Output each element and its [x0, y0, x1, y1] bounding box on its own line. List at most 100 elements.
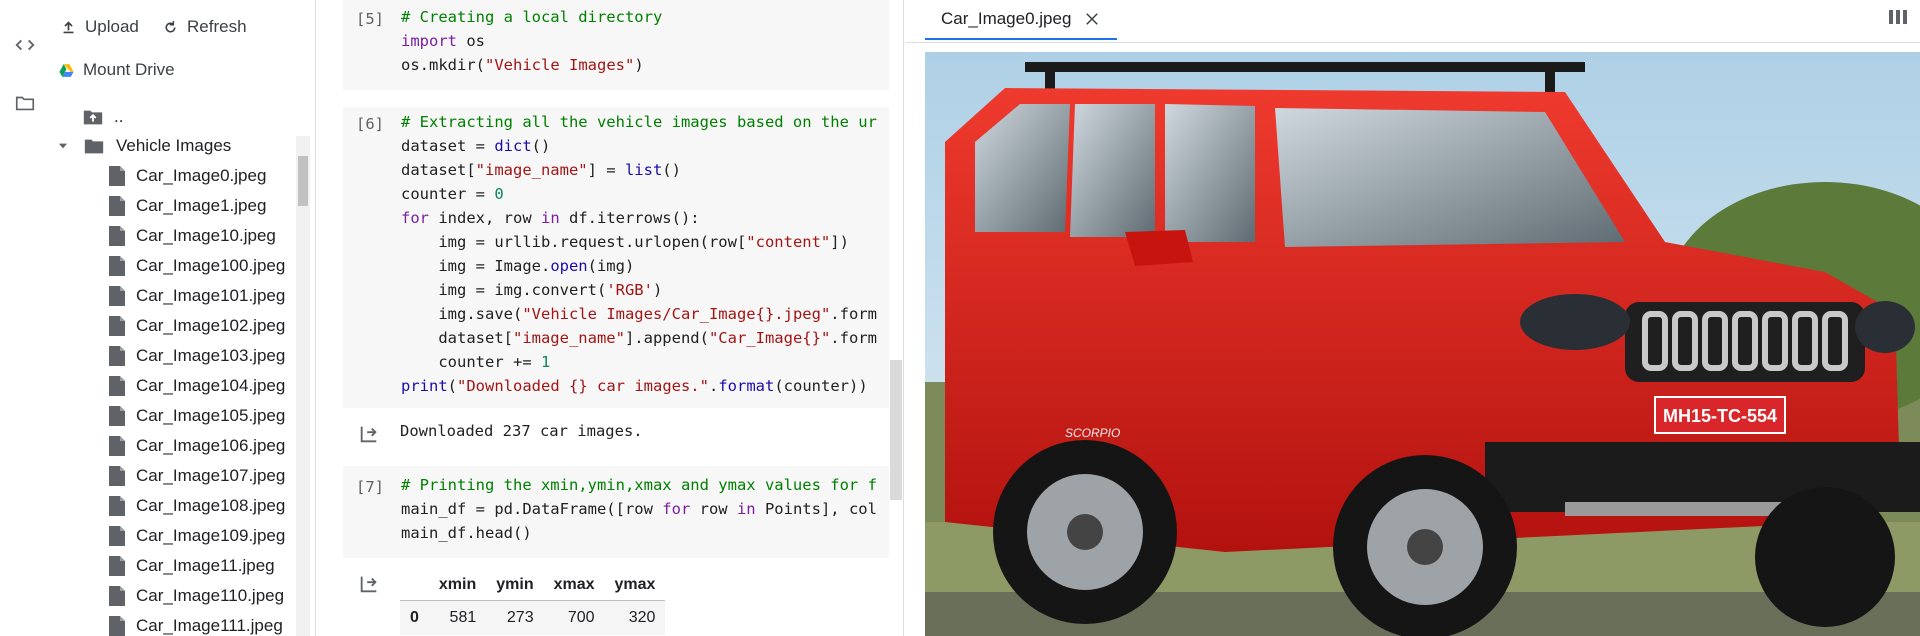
- table-column-header: ymin: [496, 576, 534, 593]
- file-item[interactable]: Car_Image103.jpeg: [108, 341, 285, 371]
- file-icon: [109, 346, 125, 366]
- folder-label: Vehicle Images: [116, 136, 232, 155]
- file-icon: [109, 586, 125, 606]
- file-item[interactable]: Car_Image108.jpeg: [108, 491, 285, 521]
- file-item[interactable]: Car_Image105.jpeg: [108, 401, 285, 431]
- file-icon: [109, 286, 125, 306]
- code-editor[interactable]: # Creating a local directory import os os.…: [401, 5, 889, 77]
- file-item[interactable]: Car_Image109.jpeg: [108, 521, 285, 551]
- code-editor[interactable]: # Printing the xmin,ymin,xmax and ymax v…: [401, 473, 889, 545]
- output-arrow-icon: [358, 423, 380, 445]
- file-item[interactable]: Car_Image100.jpeg: [108, 251, 285, 281]
- file-name: Car_Image111.jpeg: [136, 616, 283, 635]
- file-name: Car_Image101.jpeg: [136, 286, 286, 305]
- google-drive-icon: [59, 63, 74, 77]
- file-item[interactable]: Car_Image107.jpeg: [108, 461, 285, 491]
- folder-icon: [84, 139, 104, 154]
- upload-icon: [63, 20, 74, 33]
- file-item[interactable]: Car_Image10.jpeg: [108, 221, 276, 251]
- code-line: print("Downloaded {} car images.".format…: [401, 377, 868, 395]
- table-column-header: xmax: [553, 576, 595, 593]
- table-index-header: [400, 570, 429, 601]
- refresh-icon: [165, 20, 176, 32]
- file-icon: [109, 616, 125, 636]
- code-line: dataset["image_name"] = list(): [401, 161, 681, 179]
- file-name: Car_Image11.jpeg: [136, 556, 275, 575]
- model-badge: SCORPIO: [1065, 426, 1120, 440]
- file-item[interactable]: Car_Image106.jpeg: [108, 431, 285, 461]
- folder-row-vehicle-images[interactable]: Vehicle Images: [56, 131, 231, 161]
- code-editor[interactable]: # Extracting all the vehicle images base…: [401, 110, 889, 398]
- tab-divider: [905, 42, 1920, 43]
- file-icon: [109, 496, 125, 516]
- file-name: Car_Image102.jpeg: [136, 316, 286, 335]
- file-name: Car_Image103.jpeg: [136, 346, 286, 365]
- code-line: img = urllib.request.urlopen(row["conten…: [401, 233, 849, 251]
- split-layout-icon[interactable]: [1888, 8, 1908, 26]
- file-name: Car_Image0.jpeg: [136, 166, 267, 185]
- refresh-label: Refresh: [187, 17, 247, 36]
- file-item[interactable]: Car_Image104.jpeg: [108, 371, 285, 401]
- code-line: os.mkdir("Vehicle Images"): [401, 56, 644, 74]
- cell-number: [6]: [356, 115, 384, 133]
- code-line: dataset["image_name"].append("Car_Image{…: [401, 329, 877, 347]
- output-arrow-icon: [358, 573, 380, 595]
- file-item[interactable]: Car_Image101.jpeg: [108, 281, 285, 311]
- file-icon: [109, 316, 125, 336]
- notebook: [5] # Creating a local directory import o…: [316, 0, 904, 636]
- code-icon[interactable]: [14, 34, 36, 56]
- parent-directory-row[interactable]: ..: [82, 102, 123, 132]
- cell-number: [5]: [356, 10, 384, 28]
- code-line: # Creating a local directory: [401, 8, 663, 26]
- cell-number: [7]: [356, 478, 384, 496]
- table-column-header: ymax: [614, 576, 656, 593]
- file-icon: [109, 466, 125, 486]
- code-line: counter = 0: [401, 185, 504, 203]
- file-item[interactable]: Car_Image11.jpeg: [108, 551, 275, 581]
- file-icon: [109, 376, 125, 396]
- file-icon: [109, 166, 125, 186]
- file-item[interactable]: Car_Image102.jpeg: [108, 311, 285, 341]
- folder-up-icon: [83, 110, 103, 125]
- table-cell: 273: [506, 609, 534, 626]
- file-item[interactable]: Car_Image1.jpeg: [108, 191, 266, 221]
- file-name: Car_Image107.jpeg: [136, 466, 286, 485]
- file-name: Car_Image104.jpeg: [136, 376, 286, 395]
- file-item[interactable]: Car_Image111.jpeg: [108, 611, 283, 636]
- file-name: Car_Image100.jpeg: [136, 256, 286, 275]
- code-line: counter += 1: [401, 353, 551, 371]
- folder-icon[interactable]: [14, 92, 36, 114]
- table-row-index: 0: [410, 609, 419, 626]
- file-item[interactable]: Car_Image0.jpeg: [108, 161, 266, 191]
- code-line: # Extracting all the vehicle images base…: [401, 113, 877, 131]
- table-cell: 700: [567, 609, 595, 626]
- upload-button[interactable]: Upload: [60, 17, 139, 37]
- code-line: img = img.convert('RGB'): [401, 281, 663, 299]
- tab-car-image0[interactable]: Car_Image0.jpeg: [925, 0, 1118, 40]
- table-row: 0 581 273 700 320: [400, 600, 666, 635]
- file-icon: [109, 226, 125, 246]
- cell-output: Downloaded 237 car images.: [400, 422, 643, 440]
- tab-title: Car_Image0.jpeg: [941, 9, 1072, 28]
- close-icon[interactable]: [1083, 10, 1101, 28]
- notebook-scrollbar[interactable]: [890, 360, 902, 500]
- file-list-scrollbar[interactable]: [296, 136, 310, 636]
- image-viewer: Car_Image0.jpeg MH15-TC-554 SCORPIO: [905, 0, 1920, 636]
- table-header-row: xmin ymin xmax ymax: [400, 570, 666, 601]
- upload-label: Upload: [85, 17, 139, 36]
- file-icon: [109, 526, 125, 546]
- code-line: for index, row in df.iterrows():: [401, 209, 700, 227]
- car-image: MH15-TC-554 SCORPIO: [925, 52, 1920, 636]
- dataframe-table: xmin ymin xmax ymax 0 581 273 700 320: [400, 570, 666, 635]
- file-icon: [109, 256, 125, 276]
- file-name: Car_Image10.jpeg: [136, 226, 276, 245]
- file-name: Car_Image106.jpeg: [136, 436, 286, 455]
- file-icon: [109, 436, 125, 456]
- refresh-button[interactable]: Refresh: [162, 17, 247, 37]
- code-line: main_df.head(): [401, 524, 532, 542]
- chevron-down-icon[interactable]: [56, 139, 70, 153]
- file-icon: [109, 196, 125, 216]
- mount-drive-button[interactable]: Mount Drive: [58, 60, 175, 80]
- file-item[interactable]: Car_Image110.jpeg: [108, 581, 284, 611]
- code-line: img = Image.open(img): [401, 257, 635, 275]
